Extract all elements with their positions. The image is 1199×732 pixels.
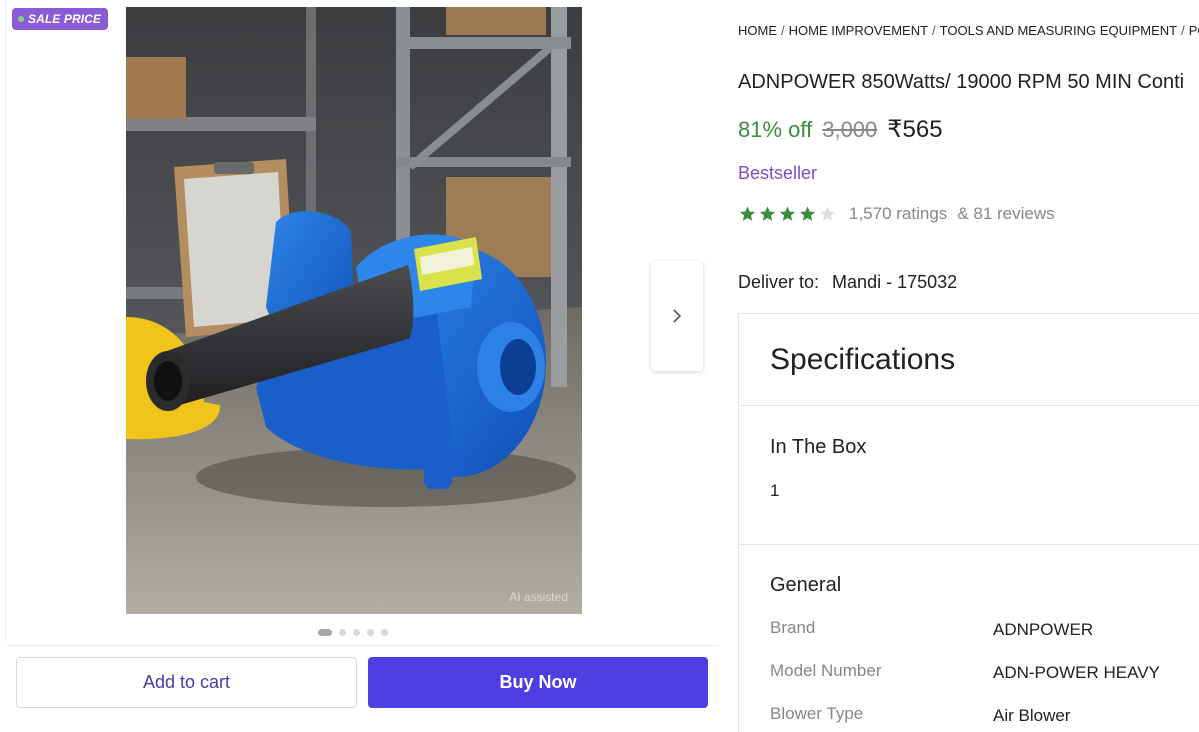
next-image-button[interactable] xyxy=(651,261,703,371)
spec-value: Air Blower xyxy=(993,706,1071,725)
breadcrumb: HOME / HOME IMPROVEMENT / TOOLS AND MEASURIN… xyxy=(738,23,1199,38)
breadcrumb-home-improvement[interactable]: HOME IMPROVEMENT xyxy=(789,23,928,38)
badge-dot-icon xyxy=(18,16,24,22)
star-filled-icon xyxy=(760,206,775,221)
in-the-box-value: 1 xyxy=(770,481,780,500)
spec-value: ADN-POWER HEAVY xyxy=(993,663,1160,682)
price-row: 81% off 3,000 ₹565 xyxy=(738,115,943,144)
star-filled-icon xyxy=(780,206,795,221)
ratings-count: 1,570 ratings xyxy=(849,204,948,223)
buy-now-button[interactable]: Buy Now xyxy=(368,657,708,708)
spec-key: Model Number xyxy=(770,661,882,680)
product-photo xyxy=(126,7,582,614)
pagination-dot[interactable] xyxy=(381,629,388,636)
pagination-dot[interactable] xyxy=(367,629,374,636)
deliver-label: Deliver to: xyxy=(738,272,820,292)
add-to-cart-button[interactable]: Add to cart xyxy=(16,657,357,708)
product-title: ADNPOWER 850Watts/ 19000 RPM 50 MIN Cont… xyxy=(738,71,1185,93)
breadcrumb-power[interactable]: POW xyxy=(1189,23,1199,38)
general-section-title: General xyxy=(770,574,842,596)
in-the-box-section: In The Box 1 xyxy=(739,406,1199,545)
delivery-location: Deliver to: Mandi - 175032 xyxy=(738,272,957,293)
in-the-box-title: In The Box xyxy=(770,436,867,458)
pagination-dot[interactable] xyxy=(318,629,332,636)
product-image[interactable]: AI assisted xyxy=(126,7,582,614)
spec-key: Brand xyxy=(770,618,816,637)
reviews-count: & 81 reviews xyxy=(957,204,1055,223)
breadcrumb-separator: / xyxy=(781,23,785,38)
star-filled-icon xyxy=(740,206,755,221)
specifications-title: Specifications xyxy=(770,343,956,376)
gallery-pagination xyxy=(318,629,388,636)
selling-price: ₹565 xyxy=(887,116,943,143)
star-empty-icon xyxy=(820,206,835,221)
original-price: 3,000 xyxy=(822,117,878,142)
spec-value: ADNPOWER xyxy=(993,620,1094,639)
chevron-right-icon xyxy=(673,309,682,323)
sale-price-badge: SALE PRICE xyxy=(12,8,109,30)
pagination-dot[interactable] xyxy=(353,629,360,636)
specifications-card: Specifications In The Box 1 General Bran… xyxy=(738,313,1199,732)
specifications-header: Specifications xyxy=(739,314,1199,406)
discount-percent: 81% off xyxy=(738,117,813,142)
pagination-dot[interactable] xyxy=(339,629,346,636)
star-rating xyxy=(738,205,837,223)
bestseller-tag: Bestseller xyxy=(738,163,818,183)
ai-assisted-label: AI assisted xyxy=(509,590,568,604)
breadcrumb-separator: / xyxy=(932,23,936,38)
breadcrumb-home[interactable]: HOME xyxy=(738,23,777,38)
spec-key: Blower Type xyxy=(770,704,864,723)
breadcrumb-separator: / xyxy=(1181,23,1185,38)
star-filled-icon xyxy=(800,206,815,221)
sale-badge-label: SALE PRICE xyxy=(28,12,102,26)
gallery-divider xyxy=(5,0,6,640)
product-details: HOME / HOME IMPROVEMENT / TOOLS AND MEASURIN… xyxy=(738,0,1199,732)
breadcrumb-tools[interactable]: TOOLS AND MEASURING EQUIPMENT xyxy=(940,23,1177,38)
rating-row[interactable]: 1,570 ratings & 81 reviews xyxy=(738,204,1055,224)
delivery-pincode[interactable]: Mandi - 175032 xyxy=(832,272,957,292)
purchase-action-bar: Add to cart Buy Now xyxy=(6,645,719,720)
product-gallery: SALE PRICE AI assisted Add to cart Buy N… xyxy=(0,0,719,732)
